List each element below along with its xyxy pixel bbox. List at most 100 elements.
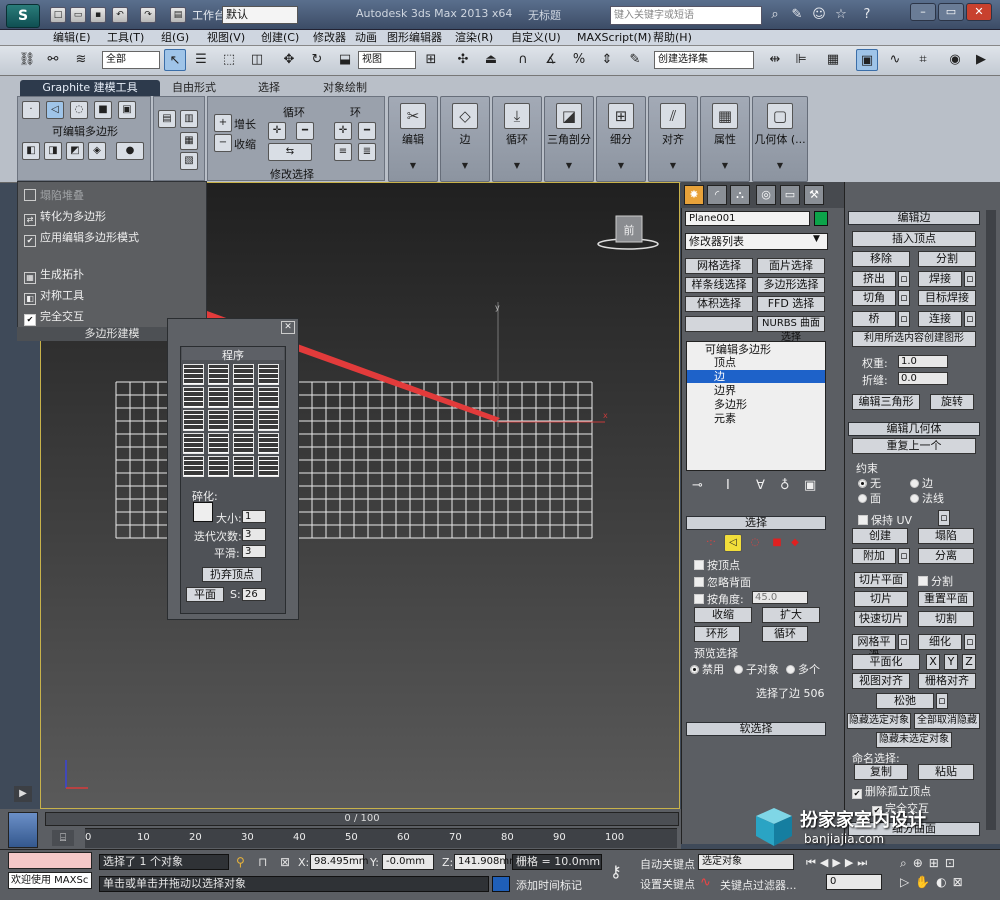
- show-end-result-icon[interactable]: Ι: [726, 478, 730, 493]
- discard-vertices-button[interactable]: 扔弃顶点: [202, 567, 262, 582]
- z-coord-field[interactable]: 141.908mm: [454, 854, 519, 870]
- paste-button[interactable]: 粘贴: [918, 764, 974, 780]
- insert-vertex-button[interactable]: 插入顶点: [852, 231, 976, 247]
- smooth-spinner[interactable]: 3: [242, 545, 266, 558]
- reset-plane-button[interactable]: 重置平面: [918, 591, 974, 607]
- vol-select-button[interactable]: 体积选择: [685, 296, 753, 312]
- pattern-tile[interactable]: [233, 433, 254, 454]
- patch-select-button[interactable]: 面片选择: [757, 258, 825, 274]
- key-icon[interactable]: ⚷: [610, 862, 622, 881]
- copy-button[interactable]: 复制: [854, 764, 908, 780]
- ffd-select-button[interactable]: FFD 选择: [757, 296, 825, 312]
- remove-modifier-icon[interactable]: ♁: [780, 478, 790, 493]
- remove-button[interactable]: 移除: [852, 251, 910, 267]
- pattern-tile[interactable]: [258, 433, 279, 454]
- menu-group[interactable]: 组(G): [158, 30, 192, 46]
- select-object-icon[interactable]: ↖: [164, 49, 186, 71]
- preview-selection-icon[interactable]: ●: [116, 142, 144, 160]
- extrude-button[interactable]: 挤出: [852, 271, 896, 287]
- polygon-mode-icon[interactable]: ■: [94, 101, 112, 119]
- preserve-uv-checkbox[interactable]: 保持 UV: [858, 512, 912, 528]
- mesh-select-button[interactable]: 网格选择: [685, 258, 753, 274]
- planar-z-button[interactable]: Z: [962, 654, 976, 670]
- pattern-tile[interactable]: [183, 456, 204, 477]
- size-spinner[interactable]: 1: [242, 510, 266, 523]
- window-crossing-icon[interactable]: ◫: [246, 49, 268, 71]
- convert-to-poly-item[interactable]: ⇄ 转化为多边形: [24, 208, 106, 226]
- pattern-tile[interactable]: [183, 364, 204, 385]
- next-modifier-icon[interactable]: ◨: [44, 142, 62, 160]
- pattern-tile[interactable]: [208, 433, 229, 454]
- ribbon-properties-button[interactable]: ▦ 属性 ▼: [700, 96, 750, 182]
- create-shape-button[interactable]: 利用所选内容创建图形: [852, 331, 976, 347]
- bridge-settings-icon[interactable]: ▫: [898, 311, 910, 327]
- iterations-spinner[interactable]: 3: [242, 528, 266, 541]
- tessellate-button[interactable]: 细化: [918, 634, 962, 650]
- time-slider[interactable]: 0 / 100: [45, 812, 679, 826]
- scale-icon[interactable]: ⬓: [334, 49, 356, 71]
- ignore-backface-checkbox[interactable]: 忽略背面: [694, 574, 751, 590]
- stack-editable-poly[interactable]: 可编辑多边形: [687, 343, 825, 356]
- repeat-last-button[interactable]: 重复上一个: [852, 438, 976, 454]
- redo-icon[interactable]: ↷: [140, 7, 156, 23]
- ring-shift-a-icon[interactable]: ≡: [334, 143, 352, 161]
- viewport-nav-controls-2[interactable]: ▷✋◐⊠: [900, 875, 969, 889]
- stack-element[interactable]: 元素: [687, 412, 825, 425]
- connect-button[interactable]: 连接: [918, 311, 962, 327]
- stack-edge[interactable]: 边: [687, 370, 825, 383]
- angle-spinner[interactable]: 45.0: [752, 591, 808, 604]
- create-tab-icon[interactable]: ✸: [684, 185, 704, 205]
- menu-modifiers[interactable]: 修改器: [310, 30, 349, 46]
- spline-select-button[interactable]: 样条线选择: [685, 277, 753, 293]
- coord-system-select[interactable]: 视图: [358, 51, 416, 69]
- crease-spinner[interactable]: 0.0: [898, 372, 948, 385]
- nurbs-select-button[interactable]: NURBS 曲面选择: [757, 316, 825, 343]
- unlink-icon[interactable]: ⚯: [42, 49, 64, 71]
- make-unique-icon[interactable]: ∀: [756, 478, 765, 493]
- selection-filter-select[interactable]: 全部: [102, 51, 160, 69]
- polygon-subobject-icon[interactable]: ■: [768, 534, 786, 552]
- key-tangent-icon[interactable]: ∿: [700, 875, 711, 890]
- close-button[interactable]: ✕: [966, 3, 992, 21]
- key-filters-button[interactable]: 关键点过滤器...: [720, 877, 797, 893]
- loop-label[interactable]: 循环: [283, 104, 305, 120]
- ribbon-subdivide-button[interactable]: ⊞ 细分 ▼: [596, 96, 646, 182]
- loop-shift-icon[interactable]: ⇆: [268, 143, 312, 161]
- chamfer-settings-icon[interactable]: ▫: [898, 290, 910, 306]
- project-folder-icon[interactable]: ▤: [170, 7, 186, 23]
- time-tag-icon[interactable]: [492, 876, 510, 892]
- menu-maxscript[interactable]: MAXScript(M): [574, 30, 655, 46]
- open-file-icon[interactable]: ▭: [70, 7, 86, 23]
- hide-unselected-button[interactable]: 隐藏未选定对象: [876, 732, 952, 748]
- shrink-icon[interactable]: −: [214, 134, 232, 152]
- hierarchy-tab-icon[interactable]: ⛬: [730, 185, 750, 205]
- ribbon-triangulate-button[interactable]: ◪ 三角剖分 ▼: [544, 96, 594, 182]
- soft-selection-rollout[interactable]: 软选择: [686, 722, 826, 736]
- connect-settings-icon[interactable]: ▫: [964, 311, 976, 327]
- percent-snap-icon[interactable]: %: [568, 49, 590, 71]
- x-coord-field[interactable]: 98.495mm: [310, 854, 368, 870]
- render-icon[interactable]: ▶: [970, 49, 992, 71]
- ribbon-tool-icon-c[interactable]: ▦: [180, 132, 198, 150]
- rotate-icon[interactable]: ↻: [306, 49, 328, 71]
- pattern-tile[interactable]: [208, 410, 229, 431]
- menu-help[interactable]: 帮助(H): [650, 30, 695, 46]
- y-coord-field[interactable]: -0.0mm: [382, 854, 434, 870]
- menu-tools[interactable]: 工具(T): [104, 30, 147, 46]
- menu-rendering[interactable]: 渲染(R): [452, 30, 496, 46]
- apply-edit-poly-item[interactable]: ✔ 应用编辑多边形模式: [24, 229, 139, 247]
- constraint-none-radio[interactable]: 无: [858, 475, 881, 491]
- utilities-tab-icon[interactable]: ⚒: [804, 185, 824, 205]
- snap-3d-icon[interactable]: ∩: [512, 49, 534, 71]
- constraint-face-radio[interactable]: 面: [858, 490, 881, 506]
- align-icon[interactable]: ⊫: [790, 49, 812, 71]
- planar-x-button[interactable]: X: [926, 654, 940, 670]
- collapse-stack-item[interactable]: 塌陷堆叠: [24, 187, 84, 203]
- meshsmooth-settings-icon[interactable]: ▫: [898, 634, 910, 650]
- relax-button[interactable]: 松弛: [876, 693, 934, 709]
- edit-edges-header[interactable]: 编辑边: [848, 211, 980, 225]
- grid-align-button[interactable]: 栅格对齐: [918, 673, 976, 689]
- pattern-tile[interactable]: [258, 387, 279, 408]
- use-soft-selection-icon[interactable]: ◈: [88, 142, 106, 160]
- preview-off-radio[interactable]: 禁用: [690, 661, 724, 677]
